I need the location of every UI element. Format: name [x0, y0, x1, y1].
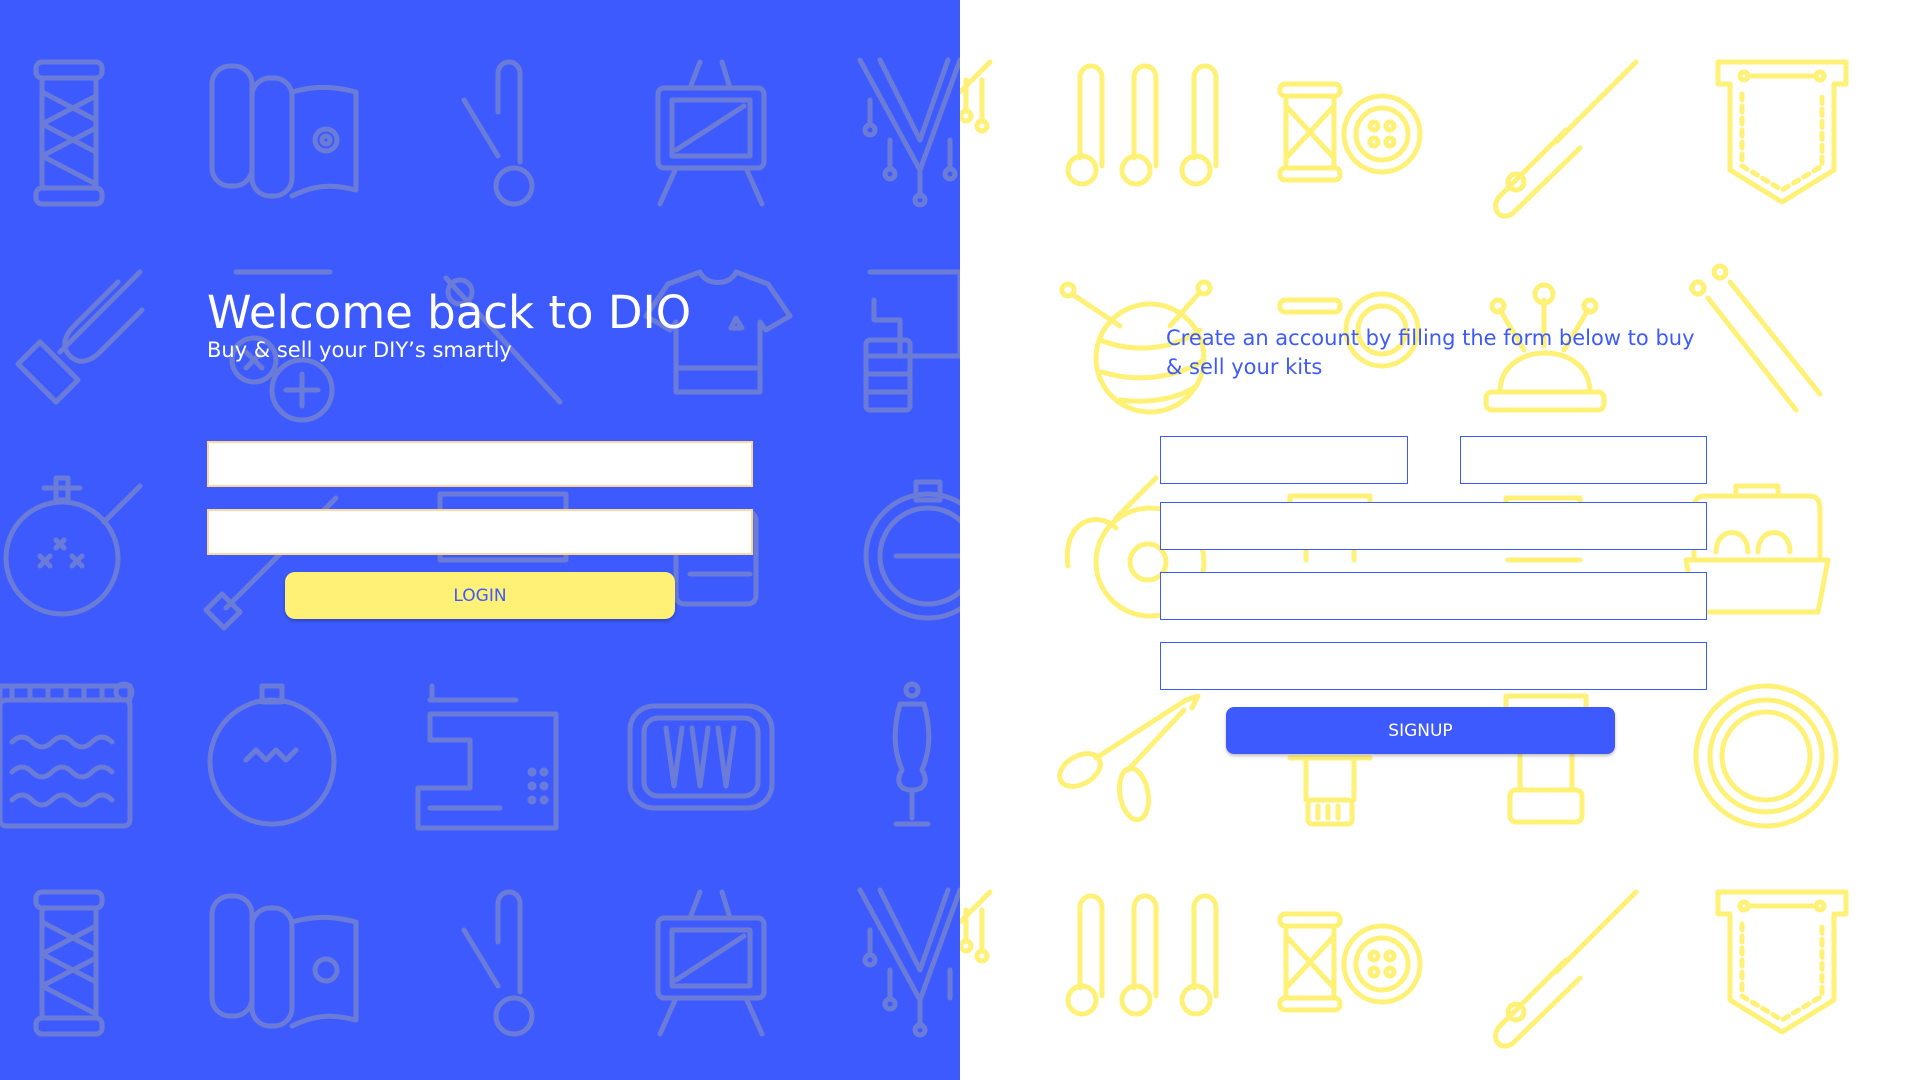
knitting-needles-icon: [1689, 263, 1823, 413]
safety-pins-2-icon: [1065, 893, 1219, 1017]
signup-intro-text: Create an account by filling the form be…: [1166, 326, 1695, 379]
seam-ripper-right-icon: [1493, 59, 1639, 219]
signup-field-1[interactable]: [1160, 436, 1408, 484]
signup-field-4[interactable]: [1160, 572, 1707, 620]
thread-spool-icon: [33, 59, 105, 207]
embroidery-hoop-icon: [3, 475, 143, 617]
sewing-basket-icon: [1683, 483, 1831, 615]
welcome-title: Welcome back to DIO: [207, 286, 692, 339]
easel-canvas-icon: [655, 59, 767, 207]
thread-spool-2-icon: [33, 889, 105, 1037]
sewing-machine-icon: [863, 269, 960, 413]
login-button[interactable]: LOGIN: [285, 572, 675, 619]
pocket-2-icon: [1715, 889, 1849, 1035]
login-panel: Welcome back to DIO Buy & sell your DIY’…: [0, 0, 960, 1080]
macrame-edge-2-icon: [960, 889, 993, 964]
dress-form-icon: [892, 681, 932, 827]
spool-and-button-icon: [1277, 81, 1423, 183]
safety-pin-2-icon: [461, 889, 535, 1037]
fabric-rolls-2-icon: [209, 893, 359, 1029]
seam-ripper-icon: [15, 269, 145, 405]
scissors-right-icon: [1057, 693, 1201, 823]
hoop-with-needle-icon: [863, 479, 960, 621]
embroidery-hoop-2-icon: [207, 683, 337, 827]
macrame-icon: [857, 57, 960, 208]
spool-and-button-3-icon: [1277, 911, 1423, 1013]
seam-ripper-right-2-icon: [1493, 889, 1639, 1049]
signup-field-3[interactable]: [1160, 502, 1707, 550]
macrame-edge-icon: [960, 59, 993, 134]
signup-panel: Create an account by filling the form be…: [960, 0, 1920, 1080]
login-field-1[interactable]: [207, 441, 753, 487]
login-field-2[interactable]: [207, 509, 753, 555]
sewing-machine-3-icon: [415, 683, 559, 831]
fabric-rolls-icon: [209, 63, 359, 199]
easel-canvas-2-icon: [655, 889, 767, 1037]
signup-field-2[interactable]: [1460, 436, 1707, 484]
safety-pins-icon: [1065, 63, 1219, 187]
ribbon-roll-icon: [1693, 683, 1839, 829]
page-root: Welcome back to DIO Buy & sell your DIY’…: [0, 0, 1920, 1080]
welcome-subtitle: Buy & sell your DIY’s smartly: [207, 338, 512, 362]
pocket-icon: [1715, 59, 1849, 205]
signup-field-5[interactable]: [1160, 642, 1707, 690]
signup-button[interactable]: SIGNUP: [1226, 707, 1615, 754]
knitting-loom-icon: [0, 681, 135, 829]
macrame-2-icon: [857, 887, 960, 1038]
safety-pin-icon: [461, 59, 535, 207]
sewing-machine-foot-icon: [1287, 755, 1373, 827]
needle-case-icon: [627, 703, 775, 811]
